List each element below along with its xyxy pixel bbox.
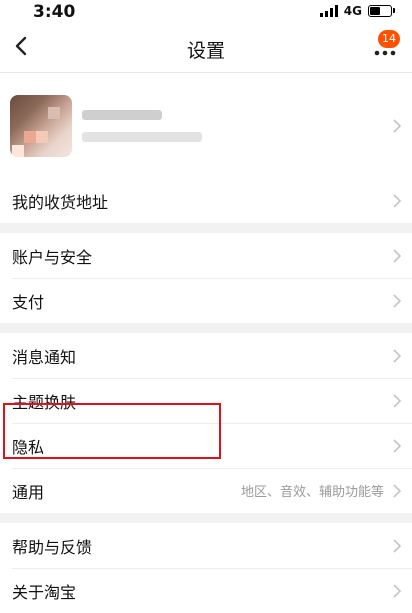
feedback-row[interactable]: 帮助与反馈 xyxy=(0,523,412,568)
divider xyxy=(0,513,412,523)
profile-row[interactable] xyxy=(0,73,412,178)
about-label: 关于淘宝 xyxy=(12,582,77,602)
address-row[interactable]: 我的收货地址 xyxy=(0,178,412,223)
payment-label: 支付 xyxy=(12,292,45,312)
theme-label: 主题换肤 xyxy=(12,392,77,412)
notifications-row[interactable]: 消息通知 xyxy=(0,333,412,378)
account-blurred xyxy=(82,131,202,142)
chevron-right-icon xyxy=(393,583,402,598)
nav-bar: 设置 14 xyxy=(0,22,412,73)
general-hint: 地区、音效、辅助功能等 xyxy=(240,485,384,500)
status-right: 4G xyxy=(319,4,395,18)
theme-row[interactable]: 主题换肤 xyxy=(0,378,412,423)
battery-icon xyxy=(368,5,395,17)
account-security-label: 账户与安全 xyxy=(12,247,93,267)
profile-group: 我的收货地址 xyxy=(0,73,412,223)
status-time: 3:40 xyxy=(33,2,76,22)
network-type: 4G xyxy=(343,4,362,18)
profile-info xyxy=(82,109,392,142)
account-security-row[interactable]: 账户与安全 xyxy=(0,233,412,278)
status-bar: 3:40 4G xyxy=(0,0,412,22)
chevron-right-icon xyxy=(393,438,402,453)
chevron-right-icon xyxy=(393,538,402,553)
notifications-label: 消息通知 xyxy=(12,347,77,367)
privacy-label: 隐私 xyxy=(12,437,45,457)
signal-icon xyxy=(319,5,338,17)
payment-row[interactable]: 支付 xyxy=(0,278,412,323)
feedback-label: 帮助与反馈 xyxy=(12,537,93,557)
chevron-right-icon xyxy=(393,483,402,498)
prefs-group: 消息通知 主题换肤 隐私 通用 地区、音效、辅助功能等 xyxy=(0,333,412,513)
page-title: 设置 xyxy=(186,40,225,62)
general-row[interactable]: 通用 地区、音效、辅助功能等 xyxy=(0,468,412,513)
chevron-right-icon xyxy=(393,118,402,133)
address-label: 我的收货地址 xyxy=(12,192,109,212)
chevron-right-icon xyxy=(393,248,402,263)
privacy-row[interactable]: 隐私 xyxy=(0,423,412,468)
about-row[interactable]: 关于淘宝 xyxy=(0,568,412,613)
notification-badge: 14 xyxy=(378,30,400,48)
chevron-right-icon xyxy=(393,193,402,208)
security-group: 账户与安全 支付 xyxy=(0,233,412,323)
username-blurred xyxy=(82,109,162,120)
chevron-right-icon xyxy=(393,293,402,308)
chevron-right-icon xyxy=(393,393,402,408)
general-label: 通用 xyxy=(12,482,45,502)
divider xyxy=(0,323,412,333)
chevron-right-icon xyxy=(393,348,402,363)
avatar xyxy=(10,94,72,157)
divider xyxy=(0,223,412,233)
